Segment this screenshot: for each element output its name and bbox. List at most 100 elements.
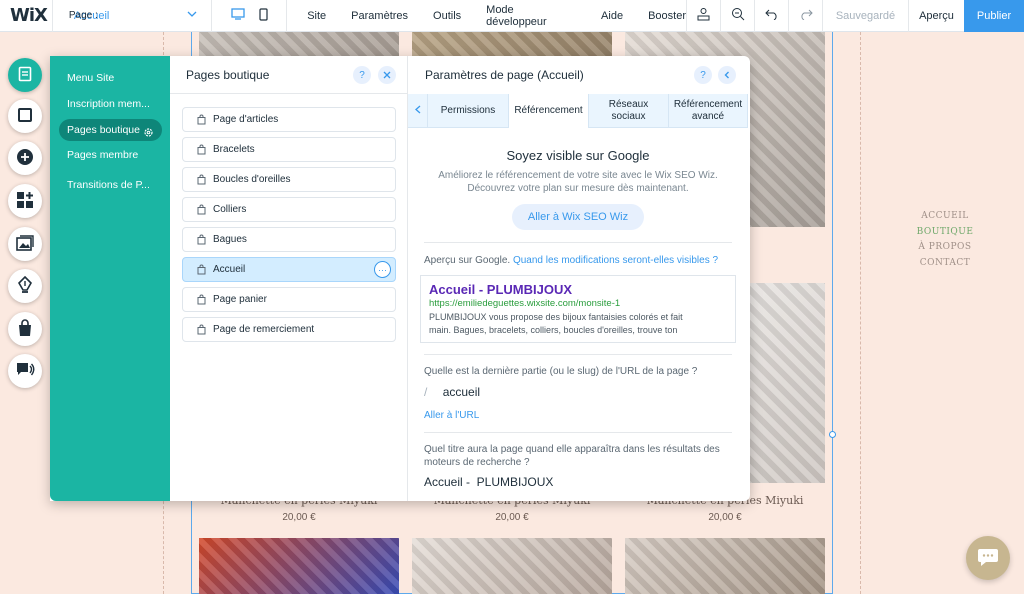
- slug-question: Quelle est la dernière partie (ou le slu…: [424, 366, 698, 377]
- site-nav-contact[interactable]: CONTACT: [900, 256, 990, 272]
- google-preview-label: Aperçu sur Google.: [424, 255, 511, 266]
- seo-text-2: Découvrez votre plan sur mesure dès main…: [467, 183, 689, 194]
- help-icon[interactable]: ?: [694, 66, 712, 84]
- page-item-label: Bagues: [213, 234, 247, 245]
- rail-store-button[interactable]: [8, 312, 42, 346]
- divider: [424, 432, 732, 433]
- site-nav-boutique[interactable]: BOUTIQUE: [900, 225, 990, 241]
- menu-aide[interactable]: Aide: [601, 10, 623, 22]
- site-nav-a-propos[interactable]: À PROPOS: [900, 240, 990, 256]
- page-item-selected[interactable]: Accueil ···: [182, 257, 396, 282]
- pages-panel: Menu Site Inscription mem... Pages bouti…: [50, 56, 750, 501]
- page-selector-label: Page :: [68, 10, 98, 21]
- undo-icon: [764, 8, 779, 23]
- rail-media-button[interactable]: [8, 227, 42, 261]
- gear-icon[interactable]: [143, 124, 154, 141]
- site-menu-item-pages-boutique[interactable]: Pages boutique: [59, 119, 162, 141]
- product-price: 20,00 €: [495, 512, 529, 523]
- product-image[interactable]: [412, 538, 612, 594]
- page-item[interactable]: Bracelets: [182, 137, 396, 162]
- go-to-url-link[interactable]: Aller à l'URL: [424, 409, 724, 422]
- preview-button[interactable]: Aperçu: [908, 0, 964, 32]
- close-icon[interactable]: [378, 66, 396, 84]
- store-bag-icon: [197, 264, 206, 278]
- apps-icon: [16, 191, 34, 212]
- menu-outils[interactable]: Outils: [433, 10, 461, 22]
- zoom-tool[interactable]: [720, 0, 754, 32]
- tab-referencement-avance[interactable]: Référencement avancé: [669, 94, 748, 128]
- page-selector[interactable]: Page : Accueil: [51, 0, 212, 32]
- layout-icon: [17, 107, 33, 126]
- seo-text-1: Améliorez le référencement de votre site…: [438, 170, 718, 181]
- page-item[interactable]: Page d'articles: [182, 107, 396, 132]
- zoom-out-icon: [731, 7, 745, 24]
- tabs-scroll-left[interactable]: [408, 94, 428, 128]
- hierarchy-tool[interactable]: [686, 0, 720, 32]
- page-item[interactable]: Colliers: [182, 197, 396, 222]
- page-item-label: Bracelets: [213, 144, 255, 155]
- page-item-label: Colliers: [213, 204, 247, 215]
- site-menu-item-menu-site[interactable]: Menu Site: [59, 67, 162, 89]
- product-image[interactable]: [199, 538, 399, 594]
- seo-wiz-button[interactable]: Aller à Wix SEO Wiz: [512, 204, 644, 230]
- divider: [424, 354, 732, 355]
- pages-icon: [18, 66, 32, 85]
- page-item[interactable]: Page panier: [182, 287, 396, 312]
- saved-status: Sauvegardé: [822, 0, 908, 32]
- blog-pen-icon: [17, 275, 33, 297]
- site-menu-item-label: Pages boutique: [67, 124, 140, 136]
- page-item[interactable]: Boucles d'oreilles: [182, 167, 396, 192]
- wix-logo[interactable]: WiX: [0, 5, 52, 26]
- page-item[interactable]: Page de remerciement: [182, 317, 396, 342]
- media-icon: [16, 234, 34, 254]
- settings-tabs: Permissions Référencement Réseaux sociau…: [408, 94, 748, 128]
- left-rail: [0, 56, 50, 388]
- page-item-label: Page panier: [213, 294, 267, 305]
- rail-apps-button[interactable]: [8, 184, 42, 218]
- editor-topbar: WiX Page : Accueil Site Paramètres Outil…: [0, 0, 1024, 32]
- google-preview-link[interactable]: Quand les modifications seront-elles vis…: [513, 255, 718, 266]
- tab-permissions[interactable]: Permissions: [428, 94, 509, 128]
- rail-chat-button[interactable]: [8, 354, 42, 388]
- resize-handle[interactable]: [829, 431, 836, 438]
- slug-field[interactable]: / accueil: [424, 385, 480, 399]
- site-menu-item-inscription[interactable]: Inscription mem...: [59, 93, 162, 115]
- site-menu-sidebar: Menu Site Inscription mem... Pages bouti…: [50, 56, 170, 501]
- tab-reseaux-sociaux[interactable]: Réseaux sociaux: [589, 94, 669, 128]
- store-bag-icon: [197, 234, 206, 248]
- page-item[interactable]: Bagues: [182, 227, 396, 252]
- store-bag-icon: [197, 174, 206, 188]
- publish-button[interactable]: Publier: [964, 0, 1024, 32]
- site-menu-item-transitions[interactable]: Transitions de P...: [59, 174, 162, 196]
- slug-prefix: /: [424, 385, 428, 399]
- chevron-left-icon: [414, 105, 421, 118]
- redo-button[interactable]: [788, 0, 822, 32]
- back-chevron-icon[interactable]: [718, 66, 736, 84]
- store-bag-icon: [197, 324, 206, 338]
- more-options-icon[interactable]: ···: [374, 261, 391, 278]
- add-icon: [16, 148, 34, 169]
- page-settings-column: Paramètres de page (Accueil) ? Permissio…: [408, 56, 750, 501]
- pages-boutique-title: Pages boutique: [170, 56, 407, 94]
- rail-pages-button[interactable]: [8, 58, 42, 92]
- store-bag-icon: [197, 204, 206, 218]
- rail-blog-button[interactable]: [8, 269, 42, 303]
- site-nav-accueil[interactable]: ACCUEIL: [900, 209, 990, 225]
- menu-mode-developpeur[interactable]: Mode développeur: [486, 4, 576, 28]
- undo-button[interactable]: [754, 0, 788, 32]
- google-preview-desc-1: PLUMBIJOUX vous propose des bijoux fanta…: [429, 312, 683, 322]
- seo-title-field[interactable]: Accueil - PLUMBIJOUX: [424, 475, 553, 489]
- google-preview-row: Aperçu sur Google. Quand les modificatio…: [424, 254, 724, 267]
- menu-booster[interactable]: Booster: [648, 10, 686, 22]
- google-preview-desc-2: main. Bagues, bracelets, colliers, boucl…: [429, 325, 678, 335]
- page-item-label: Boucles d'oreilles: [213, 174, 291, 185]
- rail-add-button[interactable]: [8, 141, 42, 175]
- site-menu-item-pages-membre[interactable]: Pages membre: [59, 144, 162, 166]
- product-image[interactable]: [625, 538, 825, 594]
- rail-background-button[interactable]: [8, 99, 42, 133]
- seo-title-question: Quel titre aura la page quand elle appar…: [424, 444, 720, 468]
- help-icon[interactable]: ?: [353, 66, 371, 84]
- chat-widget-button[interactable]: [966, 536, 1010, 580]
- tab-referencement[interactable]: Référencement: [509, 94, 589, 128]
- seo-heading: Soyez visible sur Google: [506, 148, 650, 163]
